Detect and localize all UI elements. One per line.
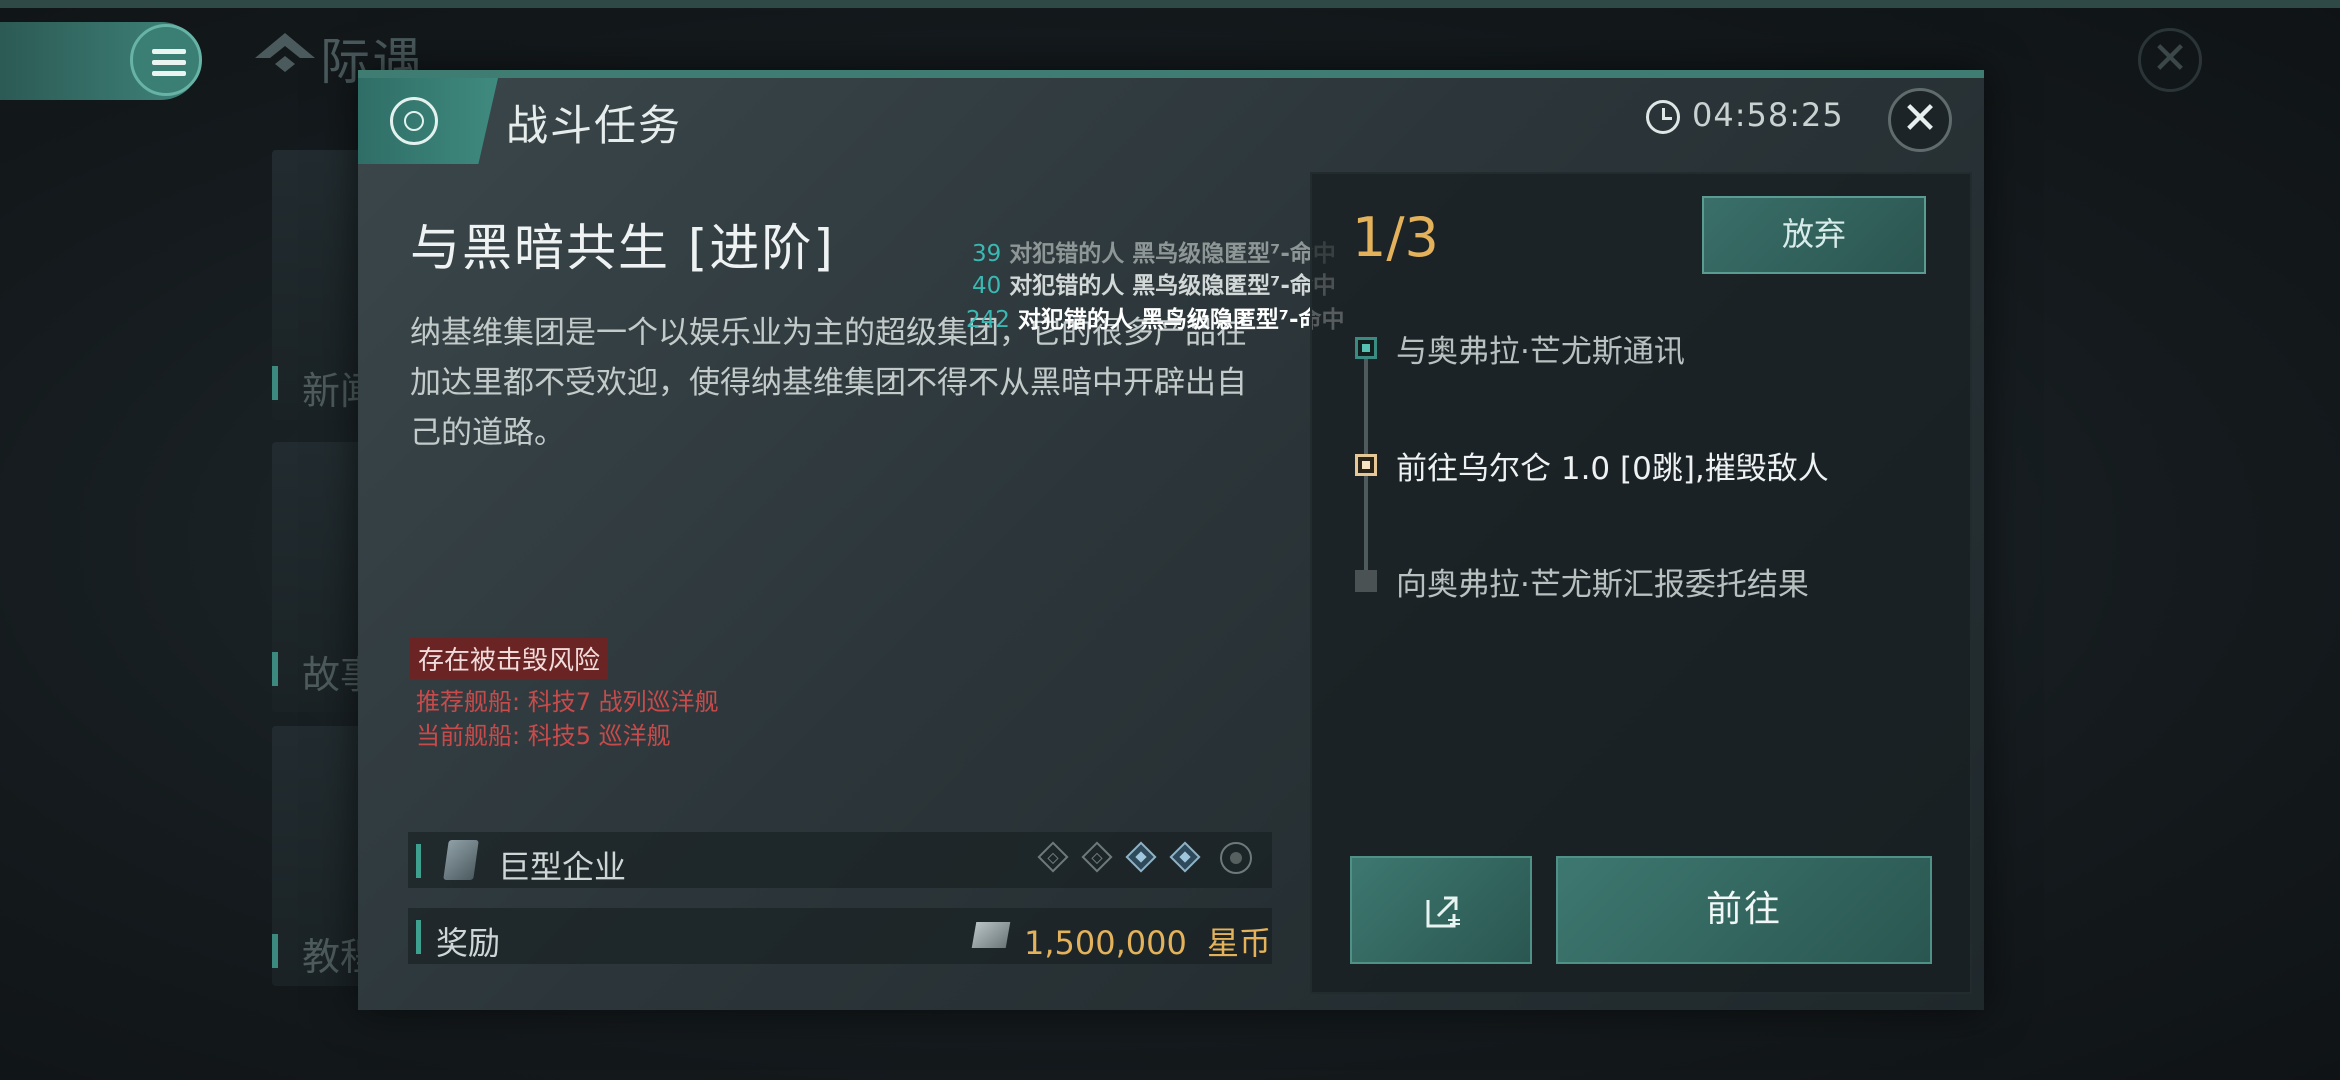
mission-target-icon [390,97,438,145]
damage-value: 40 [972,273,1002,299]
damage-value: 39 [972,241,1002,267]
reward-row: 奖励 1,500,000 星币 [408,908,1272,964]
card-accent-bar [272,934,278,968]
dialog-title: 战斗任务 [506,101,683,150]
isk-coin-icon [971,922,1011,948]
step-node-done [1355,337,1377,359]
damage-value: 242 [966,307,1010,333]
top-status-line [0,0,2340,8]
step-node-todo [1355,570,1377,592]
difficulty-diamond-4 [1169,841,1201,873]
difficulty-circle [1220,842,1252,874]
log-text: 对犯错的人 黑鸟级隐匿型⁷-命中 [1017,307,1345,333]
reward-value: 1,500,000 星币 [1024,918,1271,964]
share-icon [1426,896,1460,928]
reward-unit: 星币 [1207,924,1272,962]
dialog-accent-bar [358,70,1984,78]
share-button[interactable] [1350,856,1532,964]
go-button[interactable]: 前往 [1556,856,1932,964]
log-text: 对犯错的人 黑鸟级隐匿型⁷-命中 [1009,273,1336,299]
faction-label: 巨型企业 [498,848,627,886]
reward-label: 奖励 [436,924,501,962]
recommended-ship: 推荐舰船: 科技7 战列巡洋舰 [416,688,719,716]
risk-badge: 存在被击毁风险 [410,638,609,679]
mission-title: 与黑暗共生 [进阶] [410,219,835,277]
objective-step-1: 与奥弗拉·芒尤斯通讯 [1396,334,1685,370]
mission-timer: 04:58:25 [1692,96,1844,134]
objective-progress: 1/3 [1352,206,1439,269]
objective-step-3: 向奥弗拉·芒尤斯汇报委托结果 [1396,567,1809,603]
row-accent-bar [416,844,421,878]
menu-icon[interactable] [130,24,202,96]
difficulty-diamond-1 [1037,841,1069,873]
clock-icon [1646,100,1680,134]
card-accent-bar [272,652,278,686]
objective-step-2: 前往乌尔仑 1.0 [0跳],摧毁敌人 [1396,451,1829,487]
eve-logo-icon [255,33,315,72]
combat-log-line: 40 对犯错的人 黑鸟级隐匿型⁷-命中 [972,266,1336,300]
reward-amount: 1,500,000 [1024,924,1187,962]
step-node-active [1355,454,1377,476]
combat-log-line: 242 对犯错的人 黑鸟级隐匿型⁷-命中 [966,300,1345,334]
background-close-icon[interactable]: ✕ [2138,28,2202,92]
current-ship: 当前舰船: 科技5 巡洋舰 [416,722,671,750]
row-accent-bar [416,920,421,954]
card-accent-bar [272,366,278,400]
difficulty-diamond-2 [1081,841,1113,873]
combat-log-line: 39 对犯错的人 黑鸟级隐匿型⁷-命中 [972,234,1336,268]
close-button[interactable]: ✕ [1888,88,1952,152]
faction-row: 巨型企业 [408,832,1272,888]
corporation-icon [443,840,479,880]
log-text: 对犯错的人 黑鸟级隐匿型⁷-命中 [1009,241,1336,267]
abandon-button[interactable]: 放弃 [1702,196,1926,274]
difficulty-diamond-3 [1125,841,1157,873]
